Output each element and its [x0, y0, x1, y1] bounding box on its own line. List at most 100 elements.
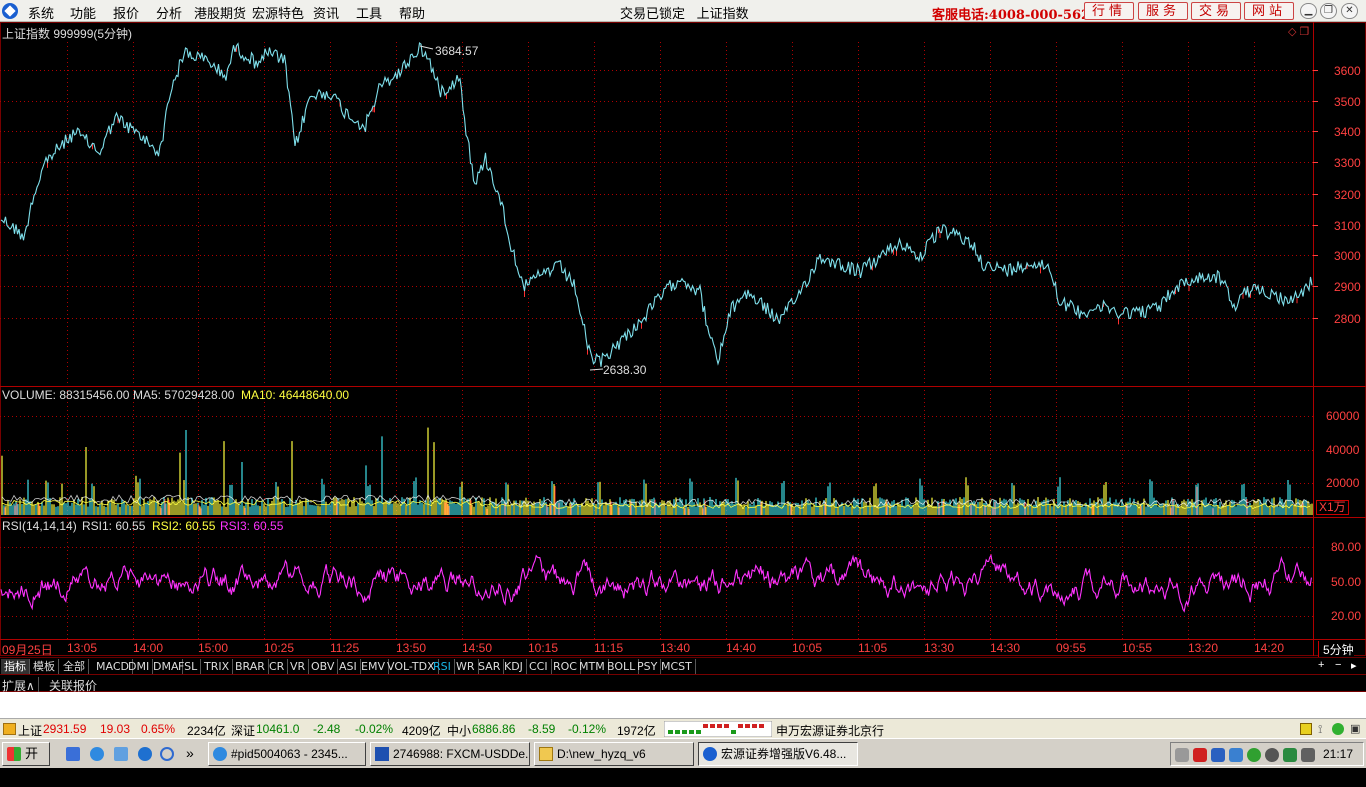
trade-button[interactable]: 交易 [1191, 2, 1241, 20]
indicator-tab-trix[interactable]: TRIX [201, 659, 234, 674]
indicator-tab-obv[interactable]: OBV [308, 659, 339, 674]
keyboard-icon[interactable] [1175, 748, 1189, 762]
rsi-line [0, 553, 1312, 613]
search-icon[interactable] [160, 747, 174, 761]
period-label[interactable]: 5分钟 [1318, 641, 1354, 658]
sz-index-change: -2.48 [313, 722, 341, 736]
menu-bar: 系统 功能 报价 分析 港股期货 宏源特色 资讯 工具 帮助 交易已锁定 上证指… [0, 0, 1366, 23]
website-button[interactable]: 网站 [1244, 2, 1294, 20]
update-icon[interactable] [1283, 748, 1297, 762]
y-tick-label: 3300 [1334, 156, 1361, 170]
menu-info[interactable]: 资讯 [313, 3, 339, 22]
taskbar: 开始 » #pid5004063 - 2345... 2746988: FXCM… [0, 738, 1366, 783]
scroll-right-icon[interactable]: ▸ [1351, 659, 1357, 672]
chart-frame [0, 22, 1366, 656]
indicator-tab-dmi[interactable]: DMI [125, 659, 154, 674]
chart-canvas[interactable] [0, 22, 1366, 656]
time-tick-label: 14:00 [133, 641, 164, 655]
market-breadth-indicator [664, 721, 772, 737]
sme-index-price: 6886.86 [472, 722, 516, 736]
menu-help[interactable]: 帮助 [399, 3, 425, 22]
indicator-tab-brar[interactable]: BRAR [232, 659, 269, 674]
sz-index-pct: -0.02% [355, 722, 394, 736]
indicator-tab-[interactable]: 模板 [30, 659, 59, 674]
task-hongyuan[interactable]: 宏源证券增强版V6.48... [698, 742, 858, 766]
ie-quick-icon[interactable] [138, 747, 152, 761]
system-tray: 21:17 [1170, 742, 1364, 766]
network-icon[interactable] [1211, 748, 1225, 762]
shield-icon[interactable] [1229, 748, 1243, 762]
restore-icon[interactable]: ❐ [1320, 3, 1337, 19]
ie-icon[interactable] [90, 747, 104, 761]
notice-icon[interactable] [1300, 723, 1312, 735]
index-icon[interactable] [3, 723, 16, 735]
service-button[interactable]: 服务 [1138, 2, 1188, 20]
menu-hongyuan-features[interactable]: 宏源特色 [252, 3, 304, 22]
menu-quote[interactable]: 报价 [113, 3, 139, 22]
indicator-tab-kdj[interactable]: KDJ [501, 659, 527, 674]
indicator-tab-cci[interactable]: CCI [526, 659, 552, 674]
indicator-tab-[interactable]: 指标 [1, 659, 30, 674]
app-logo-icon [2, 3, 18, 19]
breadth-bar [689, 730, 694, 734]
time-tick-label: 14:40 [726, 641, 757, 655]
sz-index-amount: 4209亿 [402, 724, 441, 738]
extension-bar: 扩展∧ 关联报价 [0, 674, 1366, 694]
menu-hk-futures[interactable]: 港股期货 [194, 3, 246, 22]
volume-ma10: MA10: 46448640.00 [241, 388, 350, 402]
task-folder[interactable]: D:\new_hyzq_v6 [534, 742, 694, 766]
sz-index-price: 10461.0 [256, 722, 300, 736]
volume-icon[interactable] [1265, 748, 1279, 762]
indicator-tab-mcst[interactable]: MCST [658, 659, 696, 674]
breadth-bar [752, 724, 757, 728]
explorer-icon[interactable] [114, 747, 128, 761]
show-desktop-icon[interactable] [66, 747, 80, 761]
zoom-out-button[interactable]: − [1335, 659, 1341, 671]
y-tick-label: 3600 [1334, 64, 1361, 78]
time-tick-label: 14:30 [990, 641, 1021, 655]
flag-icon[interactable] [1193, 748, 1207, 762]
volume-value: VOLUME: 88315456.00 [2, 388, 130, 402]
time-tick-label: 11:25 [330, 641, 360, 655]
time-tick-label: 10:15 [528, 641, 559, 655]
time-tick-label: 14:50 [462, 641, 493, 655]
zoom-in-button[interactable]: + [1318, 659, 1324, 671]
indicator-tab-cr[interactable]: CR [266, 659, 289, 674]
volume-y-tick: 60000 [1326, 409, 1360, 423]
task-label: D:\new_hyzq_v6 [557, 747, 646, 761]
volume-ma5: MA5: 57029428.00 [133, 388, 235, 402]
indicator-tab-sar[interactable]: SAR [475, 659, 505, 674]
service-hotline: 客服电话:4008-000-562 [932, 8, 1091, 23]
indicator-tab-vr[interactable]: VR [287, 659, 310, 674]
tray-app-icon[interactable] [1301, 748, 1315, 762]
security-icon[interactable] [1247, 748, 1261, 762]
time-tick-label: 10:25 [264, 641, 295, 655]
chart-area[interactable]: 上证指数 999999(5分钟) ◇ ❐ 3684.57 2638.30 360… [0, 22, 1366, 658]
more-chevron-icon[interactable]: » [186, 745, 194, 761]
task-browser[interactable]: #pid5004063 - 2345... [208, 742, 366, 766]
menu-tools[interactable]: 工具 [356, 3, 382, 22]
menu-function[interactable]: 功能 [70, 3, 96, 22]
indicator-tab-rsi[interactable]: RSI [430, 659, 455, 674]
breadth-bar [724, 724, 729, 728]
lock-icon[interactable]: ▣ [1350, 722, 1360, 735]
indicator-tab-fsl[interactable]: FSL [175, 659, 202, 674]
rsi2-value: RSI2: 60.55 [152, 519, 216, 533]
time-tick-label: 15:00 [198, 641, 229, 655]
start-button[interactable]: 开始 [2, 742, 50, 783]
signal-icon: ⟟ [1318, 722, 1323, 736]
market-button[interactable]: 行情 [1084, 2, 1134, 20]
indicator-tab-[interactable]: 全部 [60, 659, 89, 674]
windows-logo-icon [7, 747, 21, 761]
chart-options-icon[interactable]: ◇ ❐ [1288, 25, 1309, 38]
breadth-bar [668, 730, 673, 734]
start-label: 开始 [25, 746, 39, 783]
menu-analysis[interactable]: 分析 [156, 3, 182, 22]
minimize-icon[interactable]: ▁ [1300, 3, 1317, 19]
task-fxcm[interactable]: 2746988: FXCM-USDDe... [370, 742, 530, 766]
close-icon[interactable]: ✕ [1341, 3, 1358, 19]
rsi-y-tick: 20.00 [1331, 609, 1362, 623]
sh-index-price: 2931.59 [43, 722, 87, 736]
menu-system[interactable]: 系统 [28, 3, 54, 22]
y-tick-label: 3000 [1334, 249, 1361, 263]
